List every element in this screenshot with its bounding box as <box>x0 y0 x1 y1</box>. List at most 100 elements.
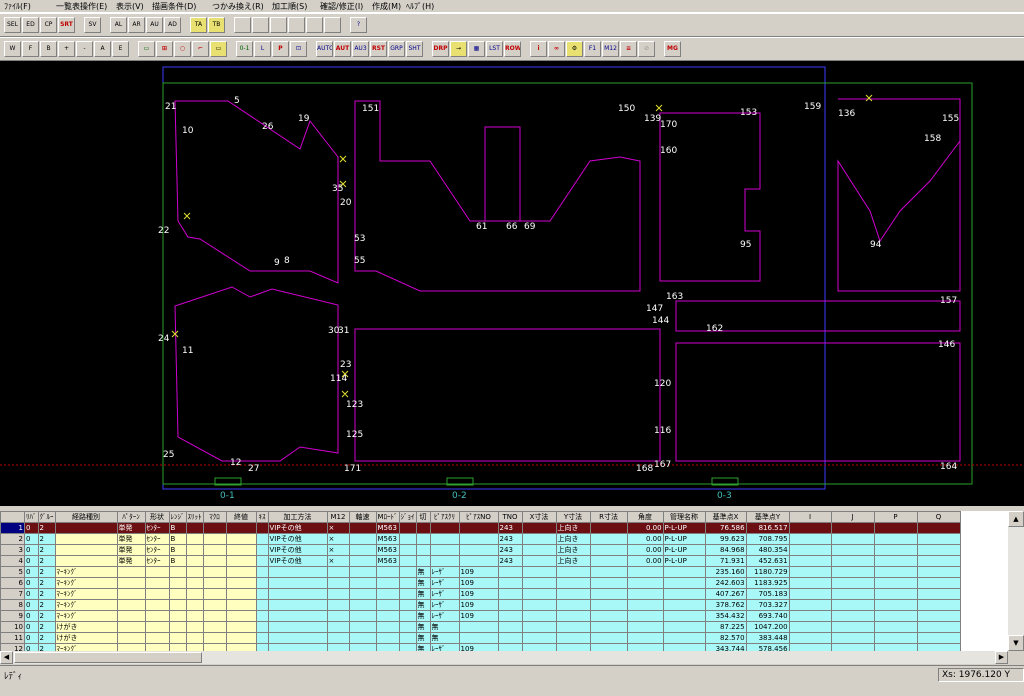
table-cell[interactable]: 2 <box>37 643 56 651</box>
part-upper-center[interactable] <box>354 100 641 292</box>
table-cell[interactable] <box>326 621 350 633</box>
table-cell[interactable] <box>267 577 328 589</box>
table-cell[interactable] <box>458 621 499 633</box>
scroll-up-icon[interactable]: ▲ <box>1008 511 1024 527</box>
table-cell[interactable] <box>144 643 170 651</box>
table-cell[interactable] <box>225 588 257 600</box>
table-cell[interactable] <box>398 632 417 644</box>
table-cell[interactable] <box>830 544 875 556</box>
table-cell[interactable] <box>202 610 227 622</box>
table-cell[interactable] <box>916 555 961 567</box>
table-cell[interactable] <box>497 621 523 633</box>
column-header[interactable]: ﾋﾟｱｽｸﾘ <box>429 511 460 523</box>
table-cell[interactable] <box>54 522 118 534</box>
table-cell[interactable]: 99.623 <box>704 533 747 545</box>
grid-4-icon[interactable] <box>288 17 305 33</box>
magazine-icon[interactable]: MG <box>664 41 681 57</box>
table-cell[interactable] <box>555 566 591 578</box>
grip-icon[interactable]: GRP <box>388 41 405 57</box>
table-cell[interactable] <box>348 621 377 633</box>
table-cell[interactable] <box>497 599 523 611</box>
column-header[interactable]: ﾚﾝｼﾞ <box>168 511 187 523</box>
align-left-icon[interactable]: AL <box>110 17 127 33</box>
table-cell[interactable] <box>589 610 628 622</box>
table-cell[interactable]: ﾏｰｷﾝｸﾞ <box>54 577 118 589</box>
table-cell[interactable]: 0.00 <box>626 533 664 545</box>
zoom-out-icon[interactable]: - <box>76 41 93 57</box>
table-cell[interactable] <box>375 610 400 622</box>
table-cell[interactable] <box>267 621 328 633</box>
table-cell[interactable] <box>788 544 832 556</box>
table-cell[interactable]: × <box>326 544 350 556</box>
table-cell[interactable] <box>202 588 227 600</box>
table-cell[interactable] <box>225 577 257 589</box>
table-cell[interactable] <box>185 533 204 545</box>
table-cell[interactable] <box>168 643 187 651</box>
column-header[interactable]: ｼﾞｮｲ <box>398 511 417 523</box>
table-cell[interactable]: 無 <box>415 599 431 611</box>
table-cell[interactable] <box>168 610 187 622</box>
table-cell[interactable]: 0 <box>24 533 39 545</box>
table-cell[interactable]: 2 <box>37 588 56 600</box>
zero-one-icon[interactable]: 0-1 <box>236 41 253 57</box>
column-header[interactable]: 切 <box>415 511 431 523</box>
table-cell[interactable] <box>326 643 350 651</box>
table-cell[interactable] <box>497 610 523 622</box>
table-cell[interactable]: 0 <box>24 621 39 633</box>
table-cell[interactable] <box>873 588 918 600</box>
table-cell[interactable]: ﾚｰｻﾞ <box>429 599 460 611</box>
table-cell[interactable] <box>375 621 400 633</box>
m12-icon[interactable]: M12 <box>602 41 619 57</box>
table-cell[interactable] <box>326 610 350 622</box>
table-cell[interactable]: ﾏｰｷﾝｸﾞ <box>54 588 118 600</box>
column-header[interactable]: 基準点X <box>704 511 747 523</box>
table-cell[interactable]: 84.968 <box>704 544 747 556</box>
zoom-extents-icon[interactable]: E <box>112 41 129 57</box>
save-icon[interactable]: SV <box>84 17 101 33</box>
table-cell[interactable] <box>788 555 832 567</box>
table-cell[interactable] <box>830 643 875 651</box>
table-cell[interactable] <box>116 566 146 578</box>
table-cell[interactable] <box>185 621 204 633</box>
column-header[interactable]: J <box>830 511 875 523</box>
table-cell[interactable] <box>225 544 257 556</box>
table-cell[interactable] <box>429 522 460 534</box>
table-cell[interactable] <box>916 621 961 633</box>
sheet-icon[interactable]: SHT <box>406 41 423 57</box>
table-cell[interactable]: 708.795 <box>745 533 790 545</box>
menu-item-5[interactable]: 加工順(S) <box>272 1 307 12</box>
table-cell[interactable]: P-L-UP <box>662 544 706 556</box>
table-cell[interactable] <box>662 632 706 644</box>
table-cell[interactable] <box>830 621 875 633</box>
table-cell[interactable] <box>202 643 227 651</box>
table-cell[interactable] <box>185 588 204 600</box>
table-cell[interactable]: 4 <box>0 555 25 567</box>
drop-icon[interactable]: DRP <box>432 41 449 57</box>
table-cell[interactable]: M563 <box>375 555 400 567</box>
table-cell[interactable]: 0 <box>24 632 39 644</box>
table-cell[interactable] <box>398 643 417 651</box>
table-cell[interactable] <box>555 588 591 600</box>
table-cell[interactable] <box>348 522 377 534</box>
table-cell[interactable] <box>398 588 417 600</box>
table-cell[interactable] <box>415 533 431 545</box>
table-cell[interactable]: 2 <box>37 621 56 633</box>
table-cell[interactable] <box>873 522 918 534</box>
table-cell[interactable] <box>255 643 269 651</box>
table-cell[interactable] <box>225 522 257 534</box>
table-cell[interactable] <box>788 588 832 600</box>
table-cell[interactable]: 354.432 <box>704 610 747 622</box>
table-cell[interactable] <box>116 610 146 622</box>
column-header[interactable]: ｸﾞﾙｰ <box>37 511 56 523</box>
table-cell[interactable] <box>144 632 170 644</box>
table-cell[interactable]: 1 <box>0 522 25 534</box>
table-cell[interactable] <box>144 621 170 633</box>
table-cell[interactable]: 7 <box>0 588 25 600</box>
table-cell[interactable] <box>267 588 328 600</box>
table-cell[interactable]: 407.267 <box>704 588 747 600</box>
table-cell[interactable] <box>202 533 227 545</box>
table-cell[interactable] <box>830 577 875 589</box>
table-cell[interactable]: 無 <box>415 643 431 651</box>
table-cell[interactable] <box>589 522 628 534</box>
table-cell[interactable]: 上向き <box>555 555 591 567</box>
